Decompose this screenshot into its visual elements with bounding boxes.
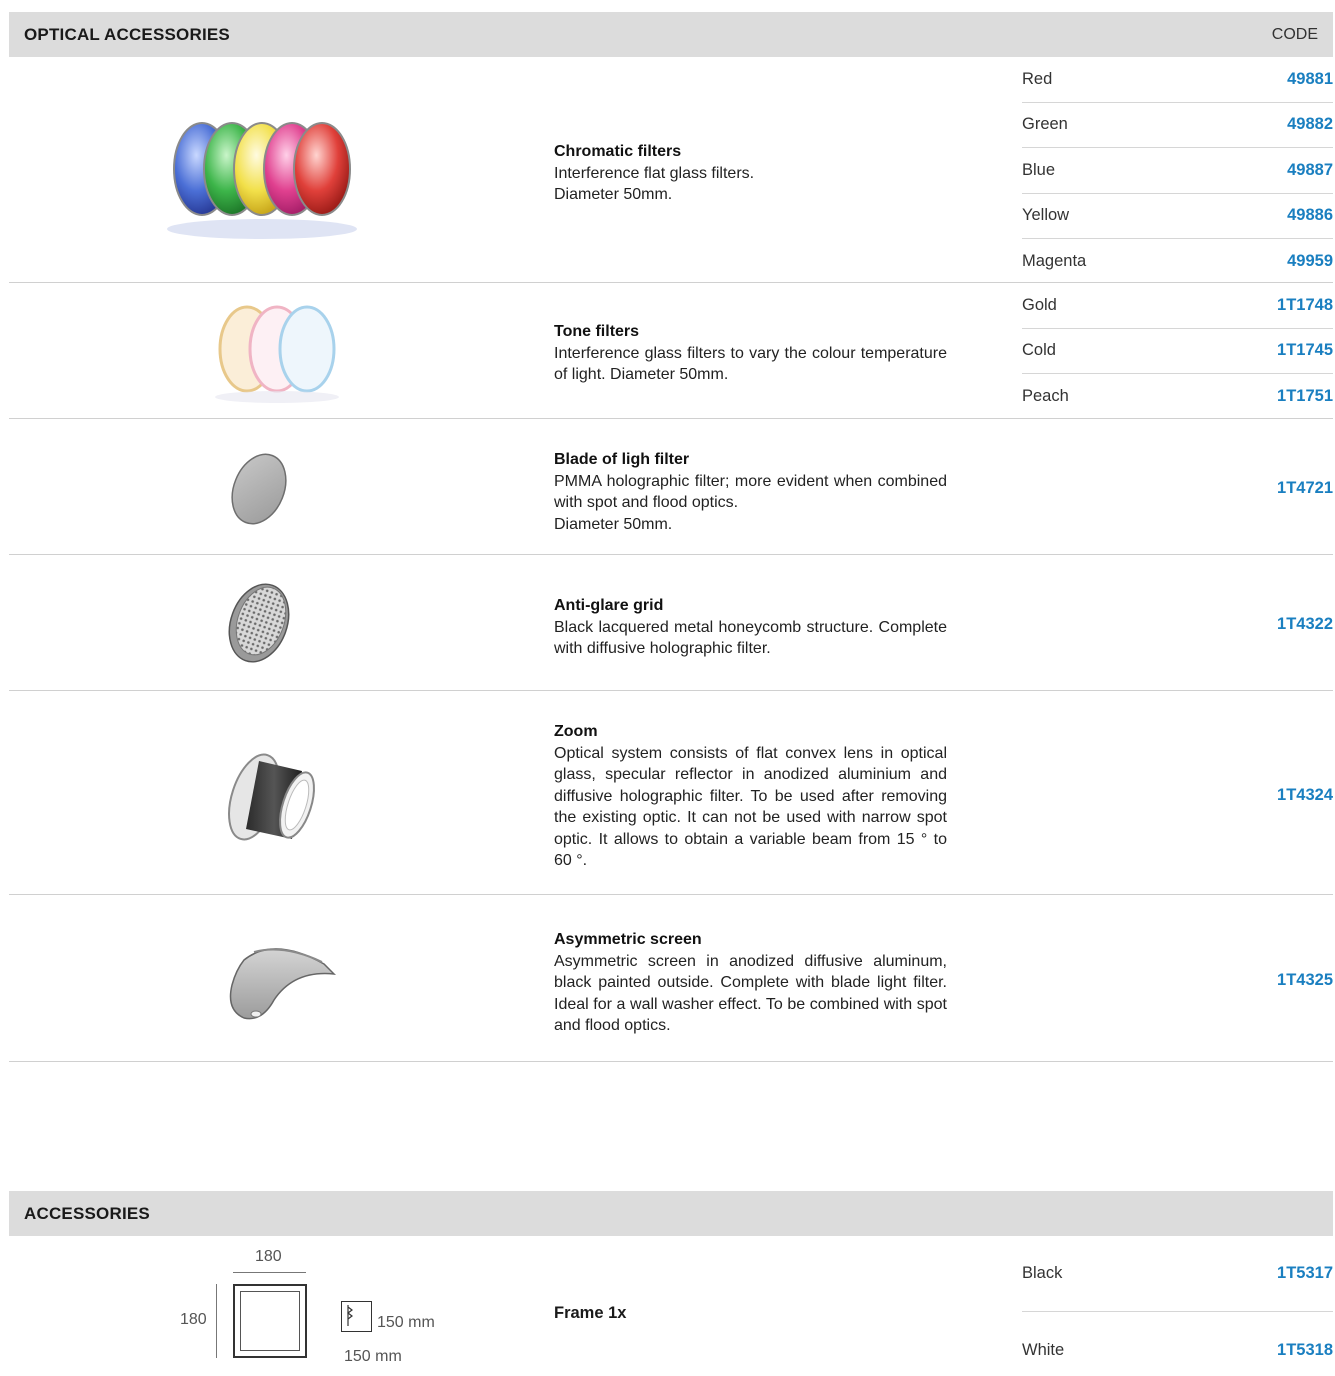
product-code: 1T1745 bbox=[1277, 341, 1333, 360]
product-text: Black lacquered metal honeycomb structur… bbox=[554, 618, 947, 658]
optical-accessories-header: OPTICAL ACCESSORIES CODE bbox=[9, 12, 1333, 57]
section-title: ACCESSORIES bbox=[24, 1203, 150, 1223]
product-row-anti-glare-grid: Anti-glare grid Black lacquered metal ho… bbox=[9, 555, 1333, 691]
variant-row: Yellow 49886 bbox=[1022, 194, 1333, 239]
product-code: 1T1751 bbox=[1277, 387, 1333, 406]
variant-label: Magenta bbox=[1022, 252, 1087, 271]
code-column-label: CODE bbox=[1271, 25, 1318, 43]
product-row-zoom: Zoom Optical system consists of flat con… bbox=[9, 691, 1333, 895]
frame-height-dimension: 180 bbox=[180, 1311, 207, 1328]
variant-label: Green bbox=[1022, 115, 1068, 134]
product-name: Blade of ligh filter bbox=[554, 451, 690, 468]
product-code: 49882 bbox=[1287, 115, 1333, 134]
tone-filters-variants: Gold 1T1748 Cold 1T1745 Peach 1T1751 bbox=[1022, 283, 1333, 420]
product-name: Zoom bbox=[554, 723, 598, 740]
frame-variants: Black 1T5317 White 1T5318 bbox=[1022, 1236, 1333, 1376]
variant-row: Peach 1T1751 bbox=[1022, 374, 1333, 420]
tone-filters-description: Tone filters Interference glass filters … bbox=[554, 321, 947, 386]
chromatic-filters-image bbox=[149, 89, 389, 264]
dimension-line-left bbox=[216, 1284, 217, 1358]
product-text: Asymmetric screen in anodized diffusive … bbox=[554, 952, 947, 1035]
blade-filter-image bbox=[209, 439, 309, 539]
asymmetric-screen-description: Asymmetric screen Asymmetric screen in a… bbox=[554, 929, 947, 1037]
tone-filters-image bbox=[159, 291, 399, 413]
variant-row: Green 49882 bbox=[1022, 103, 1333, 148]
product-row-asymmetric-screen: Asymmetric screen Asymmetric screen in a… bbox=[9, 895, 1333, 1062]
section-title: OPTICAL ACCESSORIES bbox=[24, 24, 230, 44]
product-code: 49881 bbox=[1287, 69, 1333, 88]
product-code: 49959 bbox=[1287, 252, 1333, 271]
variant-row: Cold 1T1745 bbox=[1022, 329, 1333, 374]
variant-row: Blue 49887 bbox=[1022, 148, 1333, 194]
accessories-header: ACCESSORIES bbox=[9, 1191, 1333, 1236]
dimension-line-top bbox=[233, 1272, 306, 1273]
product-code: 49887 bbox=[1287, 160, 1333, 179]
product-row-chromatic-filters: Chromatic filters Interference flat glas… bbox=[9, 57, 1333, 283]
variant-label: Gold bbox=[1022, 295, 1057, 314]
cutout-icon bbox=[341, 1301, 372, 1332]
product-name: Frame 1x bbox=[554, 1304, 627, 1322]
cutout-height-dimension: 150 mm bbox=[377, 1314, 435, 1331]
product-text: Interference glass filters to vary the c… bbox=[554, 344, 947, 384]
variant-label: Blue bbox=[1022, 160, 1056, 179]
product-code: 1T5318 bbox=[1277, 1340, 1333, 1359]
product-code: 1T5317 bbox=[1277, 1264, 1333, 1282]
product-code: 1T4322 bbox=[1277, 615, 1333, 633]
product-row-tone-filters: Tone filters Interference glass filters … bbox=[9, 283, 1333, 419]
frame-width-dimension: 180 bbox=[255, 1248, 282, 1265]
variant-row: Black 1T5317 bbox=[1022, 1236, 1333, 1312]
product-text: Interference flat glass filters. Diamete… bbox=[554, 164, 755, 204]
product-code: 1T4324 bbox=[1277, 786, 1333, 804]
product-row-blade-filter: Blade of ligh filter PMMA holographic fi… bbox=[9, 419, 1333, 555]
product-name: Asymmetric screen bbox=[554, 931, 702, 948]
product-code: 49886 bbox=[1287, 206, 1333, 225]
product-row-frame: 180 180 150 mm 150 mm Frame 1x Black 1T5… bbox=[9, 1236, 1333, 1376]
variant-row: White 1T5318 bbox=[1022, 1312, 1333, 1376]
frame-outer-square bbox=[233, 1284, 307, 1358]
variant-row: Red 49881 bbox=[1022, 57, 1333, 103]
product-name: Chromatic filters bbox=[554, 143, 682, 160]
variant-label: Cold bbox=[1022, 341, 1056, 360]
product-name: Tone filters bbox=[554, 323, 640, 340]
variant-row: Gold 1T1748 bbox=[1022, 283, 1333, 329]
variant-label: Black bbox=[1022, 1264, 1063, 1282]
zoom-image bbox=[199, 736, 339, 856]
variant-label: Peach bbox=[1022, 387, 1069, 406]
product-code: 1T4721 bbox=[1277, 479, 1333, 497]
anti-glare-grid-description: Anti-glare grid Black lacquered metal ho… bbox=[554, 595, 947, 660]
variant-label: White bbox=[1022, 1340, 1065, 1359]
variant-label: Yellow bbox=[1022, 206, 1070, 225]
cutout-width-dimension: 150 mm bbox=[344, 1348, 402, 1365]
anti-glare-grid-image bbox=[209, 573, 309, 673]
chromatic-filters-description: Chromatic filters Interference flat glas… bbox=[554, 141, 947, 206]
asymmetric-screen-image bbox=[209, 925, 349, 1035]
frame-inner-square bbox=[240, 1291, 300, 1351]
zoom-description: Zoom Optical system consists of flat con… bbox=[554, 721, 947, 872]
product-text: Optical system consists of flat convex l… bbox=[554, 744, 947, 870]
product-name: Anti-glare grid bbox=[554, 597, 664, 614]
variant-label: Red bbox=[1022, 69, 1053, 88]
blade-filter-description: Blade of ligh filter PMMA holographic fi… bbox=[554, 449, 947, 535]
variant-row: Magenta 49959 bbox=[1022, 239, 1333, 285]
product-code: 1T4325 bbox=[1277, 971, 1333, 989]
chromatic-filters-variants: Red 49881 Green 49882 Blue 49887 Yellow 4988… bbox=[1022, 57, 1333, 285]
product-code: 1T1748 bbox=[1277, 295, 1333, 314]
product-text: PMMA holographic filter; more evident wh… bbox=[554, 472, 947, 533]
